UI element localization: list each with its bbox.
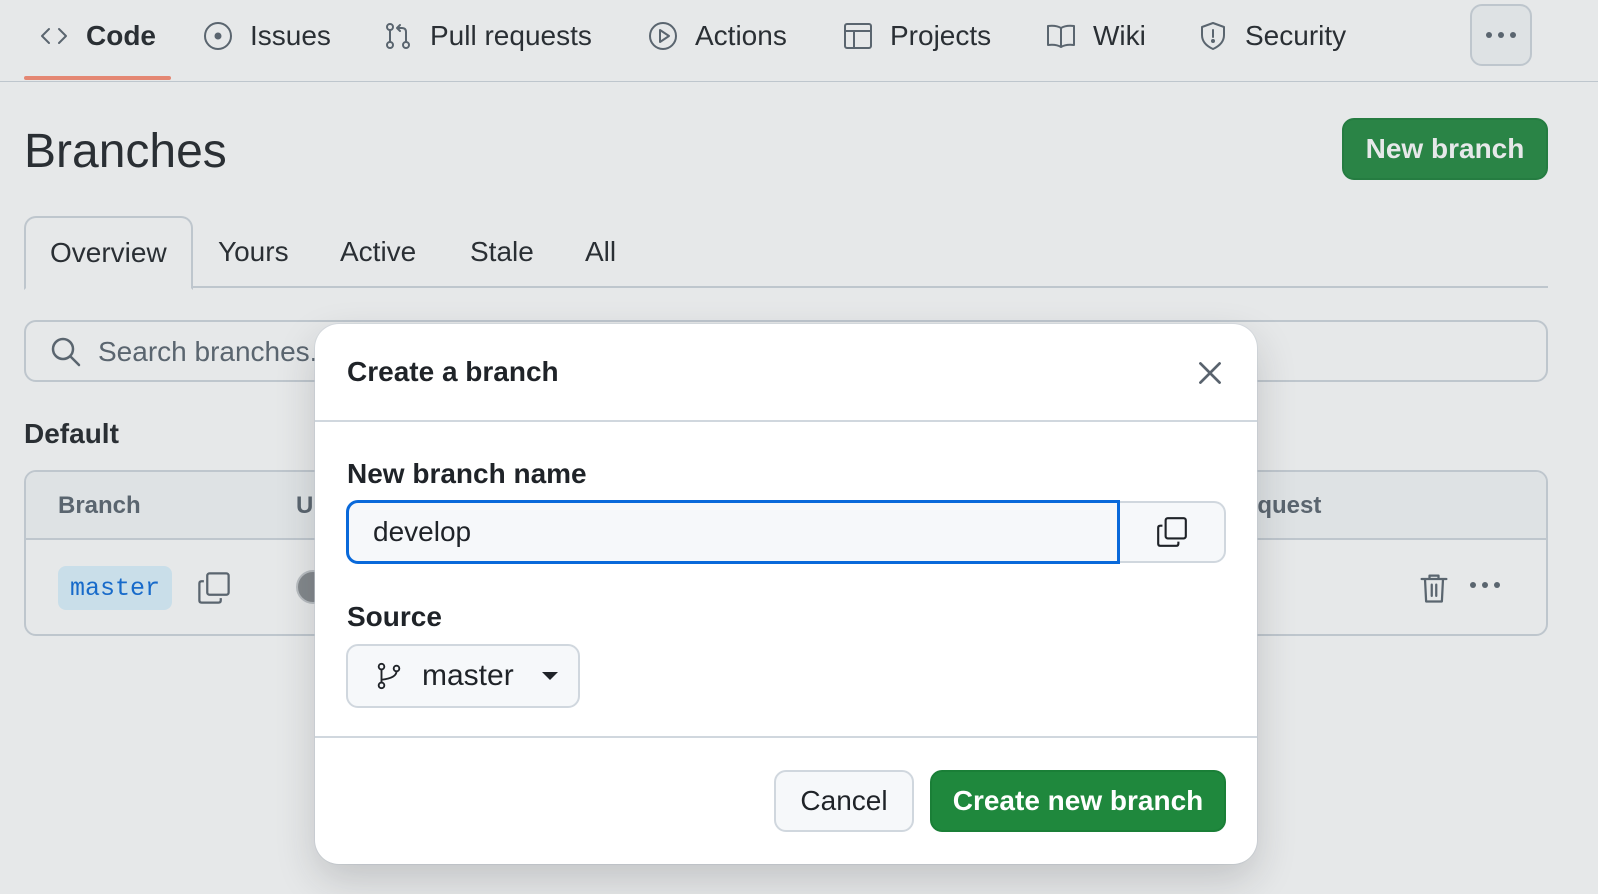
source-branch-value: master (422, 659, 514, 692)
dialog-footer: Cancel Create new branch (315, 736, 1257, 864)
copy-branch-name-input-button[interactable] (1120, 501, 1226, 563)
create-branch-dialog: Create a branch New branch name Source m… (315, 324, 1257, 864)
branch-name-input[interactable] (346, 500, 1120, 564)
close-icon (1199, 362, 1221, 384)
close-dialog-button[interactable] (1193, 356, 1227, 390)
source-label: Source (347, 601, 442, 632)
dialog-title: Create a branch (347, 356, 559, 387)
chevron-down-icon (541, 672, 558, 680)
branch-name-label: New branch name (347, 458, 587, 489)
dialog-header: Create a branch (315, 324, 1257, 422)
git-branch-icon (377, 662, 401, 690)
create-new-branch-button[interactable]: Create new branch (930, 770, 1226, 832)
source-branch-select[interactable]: master (346, 644, 580, 708)
copy-icon (1157, 517, 1187, 547)
cancel-button[interactable]: Cancel (774, 770, 914, 832)
